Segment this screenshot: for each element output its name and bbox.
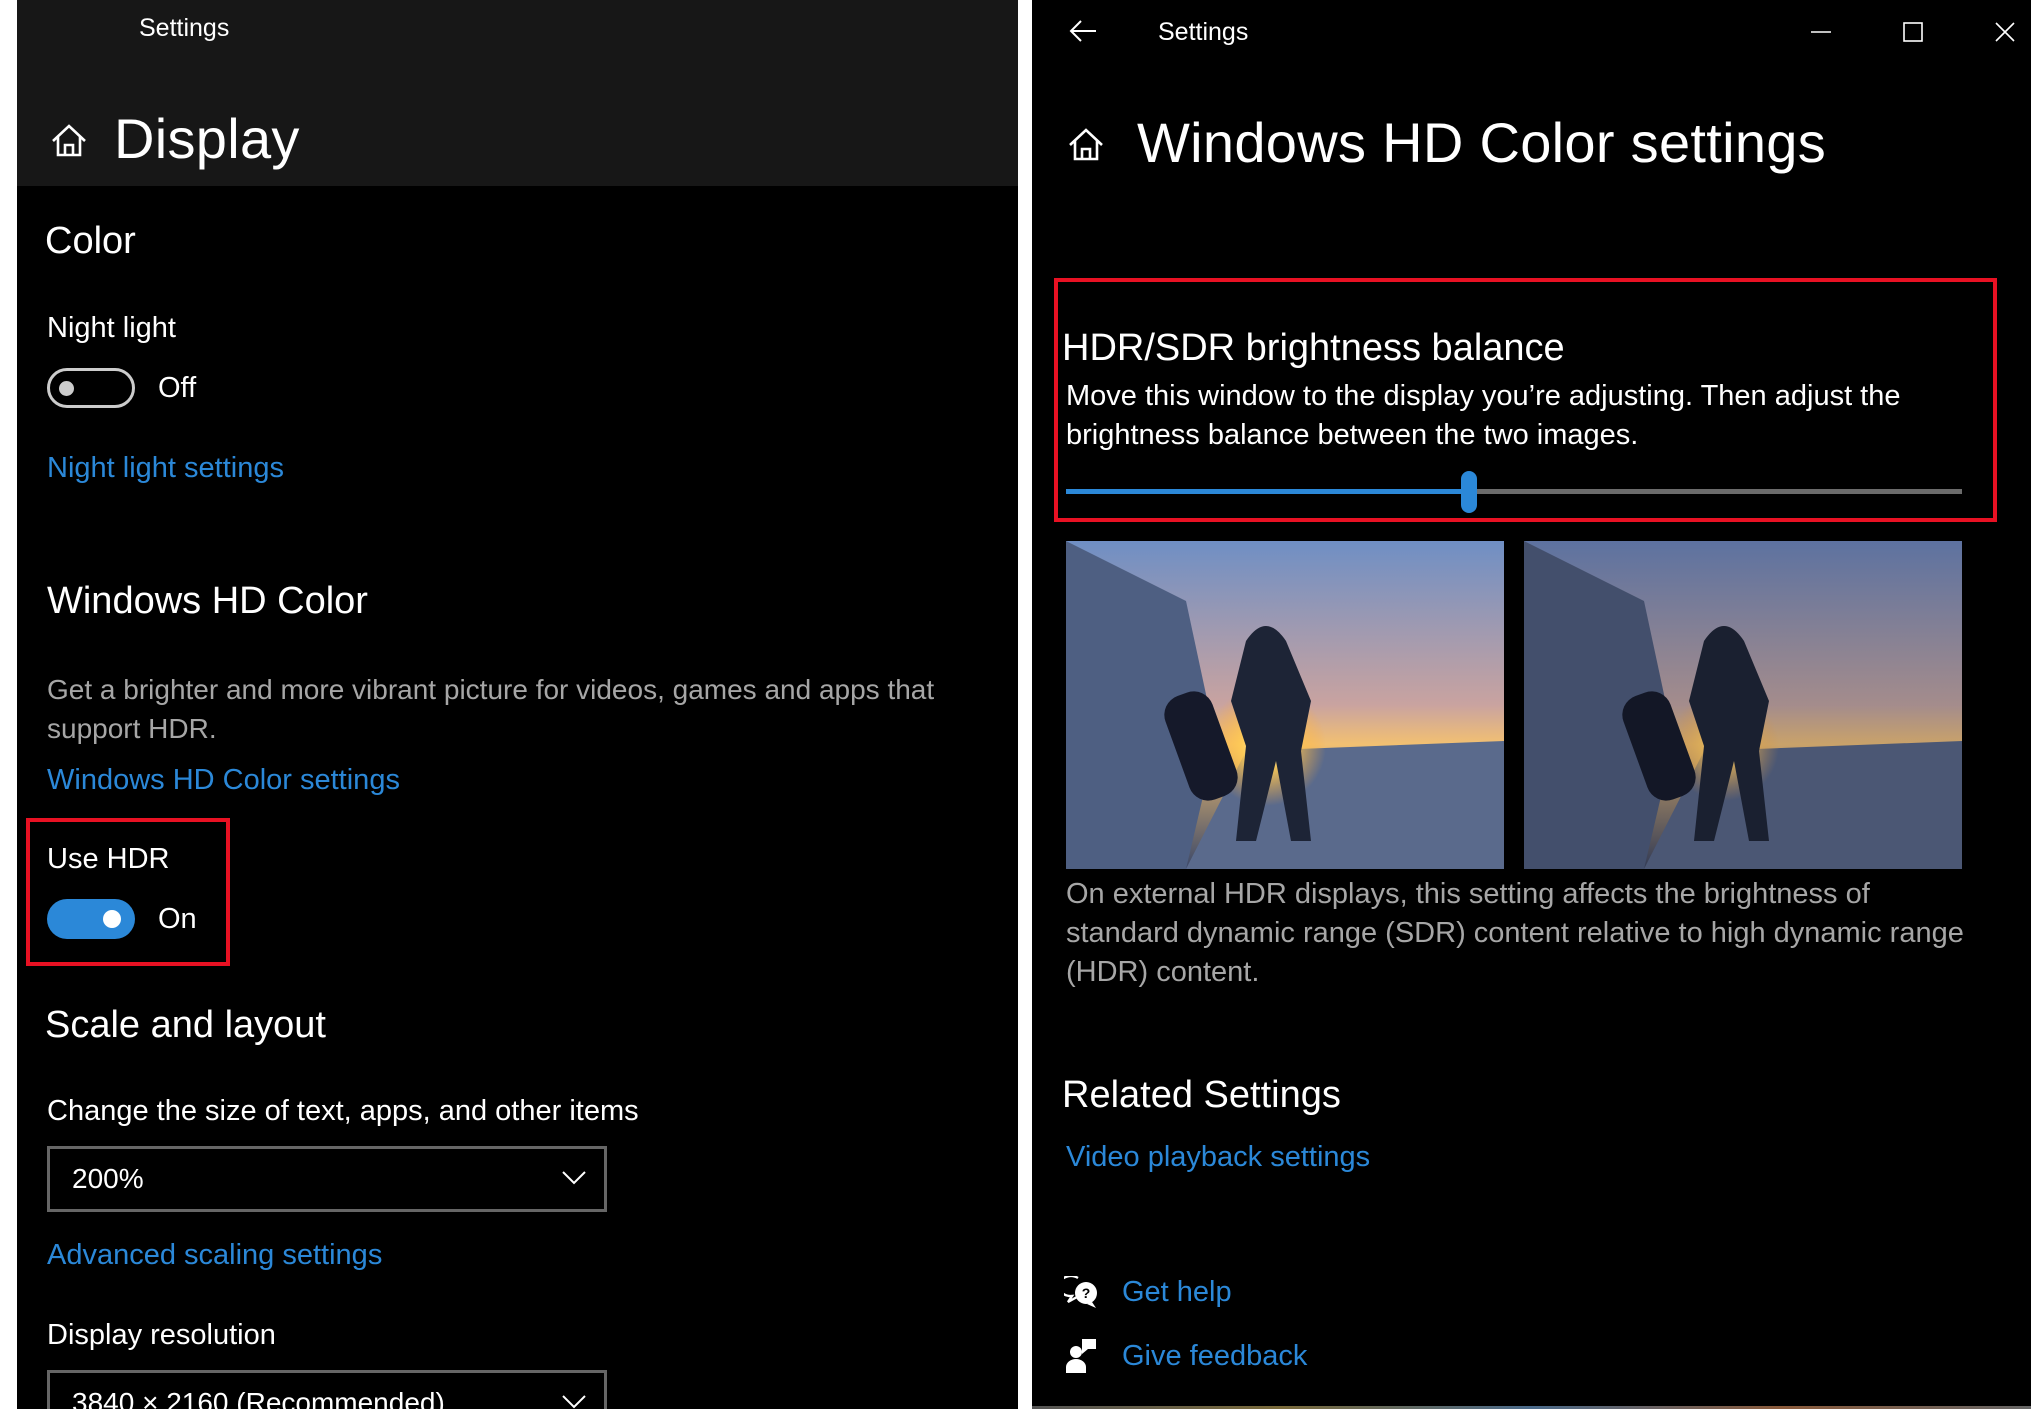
balance-description: Move this window to the display you’re a… (1066, 380, 1901, 451)
get-help-icon: ? (1057, 1274, 1100, 1310)
scale-value: 200% (72, 1163, 144, 1194)
slider-fill (1066, 489, 1469, 494)
home-icon[interactable] (1066, 125, 1106, 165)
use-hdr-toggle[interactable] (47, 899, 135, 939)
advanced-scaling-link[interactable]: Advanced scaling settings (47, 1239, 382, 1272)
video-playback-settings-link[interactable]: Video playback settings (1066, 1141, 1370, 1174)
give-feedback-icon (1066, 1339, 1098, 1373)
hd-color-settings-window: Settings Windows HD Color settings HDR/S… (1032, 0, 2031, 1406)
use-hdr-state: On (158, 903, 197, 935)
home-icon[interactable] (49, 121, 89, 161)
page-title: Display (114, 107, 300, 170)
balance-heading: HDR/SDR brightness balance (1062, 327, 1565, 369)
night-light-settings-link[interactable]: Night light settings (47, 452, 284, 485)
slider-thumb[interactable] (1461, 471, 1477, 513)
page-title: Windows HD Color settings (1137, 111, 1827, 174)
size-label: Change the size of text, apps, and other… (47, 1095, 639, 1127)
chevron-down-icon (562, 1395, 586, 1409)
toggle-knob (59, 381, 74, 396)
back-arrow-icon[interactable] (1068, 18, 1098, 44)
get-help-link[interactable]: Get help (1122, 1276, 1232, 1309)
night-light-toggle[interactable] (47, 368, 135, 408)
highlight-box (26, 818, 230, 966)
hdr-sample-image (1066, 541, 1504, 869)
minimize-icon (1811, 31, 1831, 33)
resolution-value: 3840 × 2160 (Recommended) (72, 1387, 445, 1409)
display-settings-window: Settings Display Color Night light Off N… (17, 0, 1018, 1409)
window-title: Settings (1158, 18, 1249, 46)
maximize-button[interactable] (1893, 14, 1933, 50)
scale-dropdown[interactable]: 200% (47, 1146, 607, 1212)
use-hdr-label: Use HDR (47, 843, 170, 875)
hd-color-heading: Windows HD Color (47, 580, 368, 622)
maximize-icon (1903, 22, 1923, 42)
resolution-label: Display resolution (47, 1319, 276, 1351)
hd-color-settings-link[interactable]: Windows HD Color settings (47, 764, 400, 797)
minimize-button[interactable] (1801, 14, 1841, 50)
hdr-note: On external HDR displays, this setting a… (1066, 878, 1964, 988)
toggle-knob (103, 910, 121, 928)
give-feedback-link[interactable]: Give feedback (1122, 1340, 1307, 1373)
night-light-state: Off (158, 372, 197, 404)
window-title: Settings (139, 14, 230, 42)
sdr-sample-image (1524, 541, 1962, 869)
hd-color-description: Get a brighter and more vibrant picture … (47, 674, 935, 744)
close-button[interactable] (1985, 14, 2025, 50)
night-light-label: Night light (47, 312, 176, 344)
slider-track (1469, 489, 1962, 494)
brightness-balance-slider[interactable] (1066, 471, 1962, 513)
svg-text:?: ? (1082, 1285, 1091, 1301)
close-icon (1995, 22, 2015, 42)
related-settings-heading: Related Settings (1062, 1074, 1341, 1116)
color-heading: Color (45, 220, 136, 262)
resolution-dropdown[interactable]: 3840 × 2160 (Recommended) (47, 1370, 607, 1409)
scale-layout-heading: Scale and layout (45, 1004, 326, 1046)
chevron-down-icon (562, 1171, 586, 1185)
